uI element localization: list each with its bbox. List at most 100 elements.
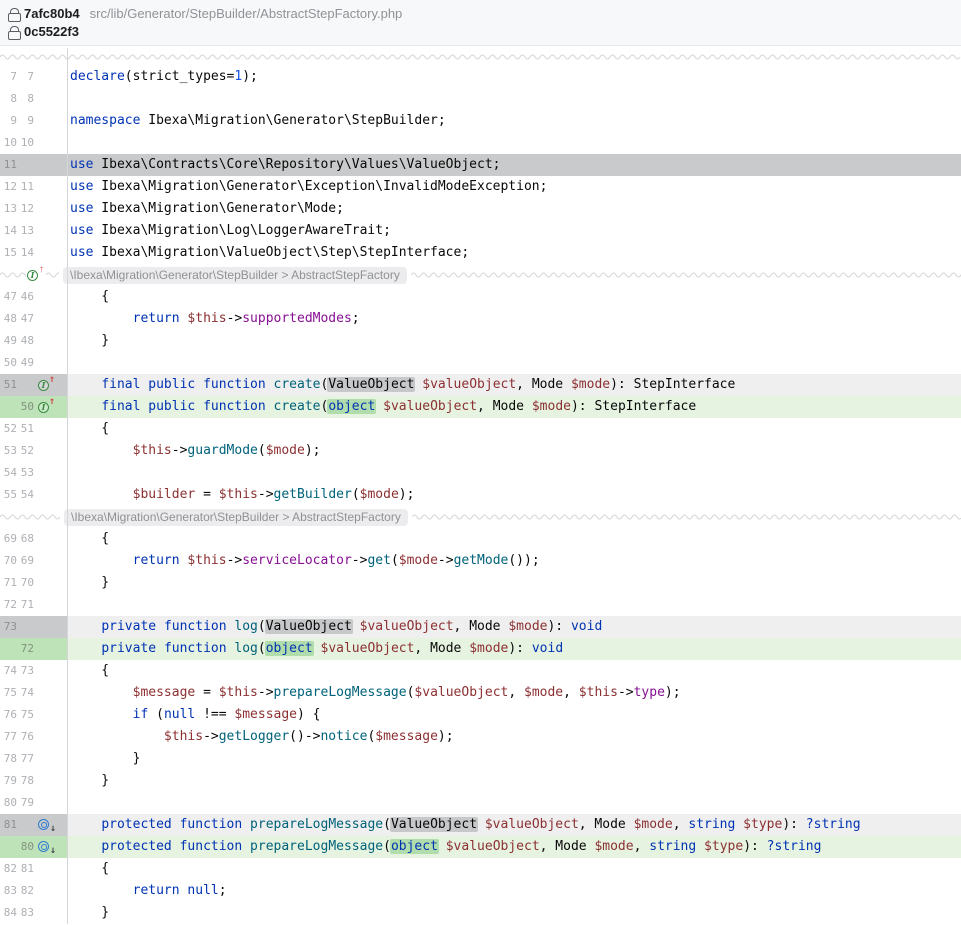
- code-line[interactable]: 80↓ protected function prepareLogMessage…: [0, 836, 961, 858]
- method-is-overridden-icon[interactable]: ↓: [37, 817, 57, 833]
- code-text[interactable]: $this->getLogger()->notice($message);: [67, 726, 961, 748]
- code-line[interactable]: 88: [0, 88, 961, 110]
- gutter-icon-slot: [37, 465, 61, 481]
- code-text[interactable]: final public function create(object $val…: [67, 396, 961, 418]
- code-line[interactable]: 51 I↑ final public function create(ValueO…: [0, 374, 961, 396]
- diff-gutter: 77: [0, 66, 67, 88]
- code-line[interactable]: 73 private function log(ValueObject $val…: [0, 616, 961, 638]
- diff-gutter: 4948: [0, 330, 67, 352]
- implements-interface-member-icon[interactable]: I↑: [37, 377, 57, 393]
- code-line[interactable]: 8382 return null;: [0, 880, 961, 902]
- code-text[interactable]: namespace Ibexa\Migration\Generator\Step…: [67, 110, 961, 132]
- code-line[interactable]: 7877 }: [0, 748, 961, 770]
- code-line[interactable]: 7675 if (null !== $message) {: [0, 704, 961, 726]
- code-text[interactable]: protected function prepareLogMessage(Val…: [67, 814, 961, 836]
- code-line[interactable]: 1514use Ibexa\Migration\ValueObject\Step…: [0, 242, 961, 264]
- code-line[interactable]: 99namespace Ibexa\Migration\Generator\St…: [0, 110, 961, 132]
- code-line[interactable]: 5251 {: [0, 418, 961, 440]
- code-line[interactable]: 4948 }: [0, 330, 961, 352]
- code-line[interactable]: 8079: [0, 792, 961, 814]
- code-line[interactable]: 5554 $builder = $this->getBuilder($mode)…: [0, 484, 961, 506]
- code-line[interactable]: 1413use Ibexa\Migration\Log\LoggerAwareT…: [0, 220, 961, 242]
- code-text[interactable]: {: [67, 418, 961, 440]
- code-line[interactable]: 7978 }: [0, 770, 961, 792]
- code-line[interactable]: 7271: [0, 594, 961, 616]
- diff-content: 77declare(strict_types=1);8899namespace …: [0, 48, 961, 924]
- diff-gutter: 1211: [0, 176, 67, 198]
- code-line[interactable]: 7473 {: [0, 660, 961, 682]
- code-text[interactable]: use Ibexa\Migration\Log\LoggerAwareTrait…: [67, 220, 961, 242]
- code-line[interactable]: 7170 }: [0, 572, 961, 594]
- code-text[interactable]: return null;: [67, 880, 961, 902]
- method-is-overridden-icon[interactable]: ↓: [37, 839, 57, 855]
- code-line[interactable]: 5453: [0, 462, 961, 484]
- code-line[interactable]: 5352 $this->guardMode($mode);: [0, 440, 961, 462]
- code-line[interactable]: 72 private function log(object $valueObj…: [0, 638, 961, 660]
- gutter-icon-slot: [37, 69, 61, 85]
- implements-interface-member-icon[interactable]: I↑: [37, 399, 57, 415]
- code-text[interactable]: [67, 132, 961, 154]
- code-text[interactable]: return $this->serviceLocator->get($mode-…: [67, 550, 961, 572]
- code-text[interactable]: use Ibexa\Migration\Generator\Mode;: [67, 198, 961, 220]
- code-text[interactable]: }: [67, 770, 961, 792]
- code-line[interactable]: 1010: [0, 132, 961, 154]
- code-line[interactable]: 8483 }: [0, 902, 961, 924]
- code-text[interactable]: return $this->supportedModes;: [67, 308, 961, 330]
- implements-interface-member-icon[interactable]: I↑: [26, 267, 46, 283]
- code-text[interactable]: }: [67, 330, 961, 352]
- collapsed-region-separator[interactable]: \Ibexa\Migration\Generator\StepBuilder >…: [0, 506, 961, 528]
- code-text[interactable]: private function log(ValueObject $valueO…: [67, 616, 961, 638]
- qualified-name-breadcrumb: \Ibexa\Migration\Generator\StepBuilder >…: [63, 267, 407, 284]
- diff-gutter: 7978: [0, 770, 67, 792]
- old-line-number: 84: [2, 902, 17, 924]
- code-text[interactable]: use Ibexa\Contracts\Core\Repository\Valu…: [67, 154, 961, 176]
- code-line[interactable]: 5049: [0, 352, 961, 374]
- code-line[interactable]: 11use Ibexa\Contracts\Core\Repository\Va…: [0, 154, 961, 176]
- collapsed-region-separator[interactable]: I↑ \Ibexa\Migration\Generator\StepBuilder…: [0, 264, 961, 286]
- old-line-number: 51: [2, 374, 17, 396]
- code-line[interactable]: 4847 return $this->supportedModes;: [0, 308, 961, 330]
- code-line[interactable]: 81↓ protected function prepareLogMessage…: [0, 814, 961, 836]
- code-text[interactable]: {: [67, 858, 961, 880]
- old-line-number: 48: [2, 308, 17, 330]
- code-text[interactable]: use Ibexa\Migration\Generator\Exception\…: [67, 176, 961, 198]
- code-line[interactable]: 7776 $this->getLogger()->notice($message…: [0, 726, 961, 748]
- code-line[interactable]: 6968 {: [0, 528, 961, 550]
- code-text[interactable]: {: [67, 660, 961, 682]
- code-text[interactable]: }: [67, 572, 961, 594]
- code-line[interactable]: 50I↑ final public function create(object…: [0, 396, 961, 418]
- code-text[interactable]: use Ibexa\Migration\ValueObject\Step\Ste…: [67, 242, 961, 264]
- old-line-number: 8: [2, 88, 17, 110]
- code-line[interactable]: 77declare(strict_types=1);: [0, 66, 961, 88]
- code-line[interactable]: 4746 {: [0, 286, 961, 308]
- diff-editor: 77declare(strict_types=1);8899namespace …: [0, 48, 961, 924]
- code-text[interactable]: {: [67, 286, 961, 308]
- code-line[interactable]: 7069 return $this->serviceLocator->get($…: [0, 550, 961, 572]
- code-text[interactable]: final public function create(ValueObject…: [67, 374, 961, 396]
- code-text[interactable]: $builder = $this->getBuilder($mode);: [67, 484, 961, 506]
- code-text[interactable]: [67, 462, 961, 484]
- code-text[interactable]: if (null !== $message) {: [67, 704, 961, 726]
- code-text[interactable]: }: [67, 902, 961, 924]
- code-text[interactable]: $this->guardMode($mode);: [67, 440, 961, 462]
- code-text[interactable]: [67, 792, 961, 814]
- code-text[interactable]: private function log(object $valueObject…: [67, 638, 961, 660]
- new-line-number: 54: [19, 484, 34, 506]
- code-text[interactable]: [67, 88, 961, 110]
- code-text[interactable]: }: [67, 748, 961, 770]
- code-text[interactable]: {: [67, 528, 961, 550]
- code-text[interactable]: [67, 352, 961, 374]
- code-line[interactable]: 8281 {: [0, 858, 961, 880]
- new-line-number: 48: [19, 330, 34, 352]
- code-text[interactable]: [67, 594, 961, 616]
- code-line[interactable]: 1312use Ibexa\Migration\Generator\Mode;: [0, 198, 961, 220]
- code-line[interactable]: 7574 $message = $this->prepareLogMessage…: [0, 682, 961, 704]
- code-text[interactable]: $message = $this->prepareLogMessage($val…: [67, 682, 961, 704]
- collapsed-region-separator[interactable]: [0, 48, 961, 66]
- gutter-icon-slot: [37, 223, 61, 239]
- code-text[interactable]: declare(strict_types=1);: [67, 66, 961, 88]
- gutter-icon-slot: [37, 575, 61, 591]
- code-line[interactable]: 1211use Ibexa\Migration\Generator\Except…: [0, 176, 961, 198]
- code-text[interactable]: protected function prepareLogMessage(obj…: [67, 836, 961, 858]
- gutter-icon-slot: [37, 179, 61, 195]
